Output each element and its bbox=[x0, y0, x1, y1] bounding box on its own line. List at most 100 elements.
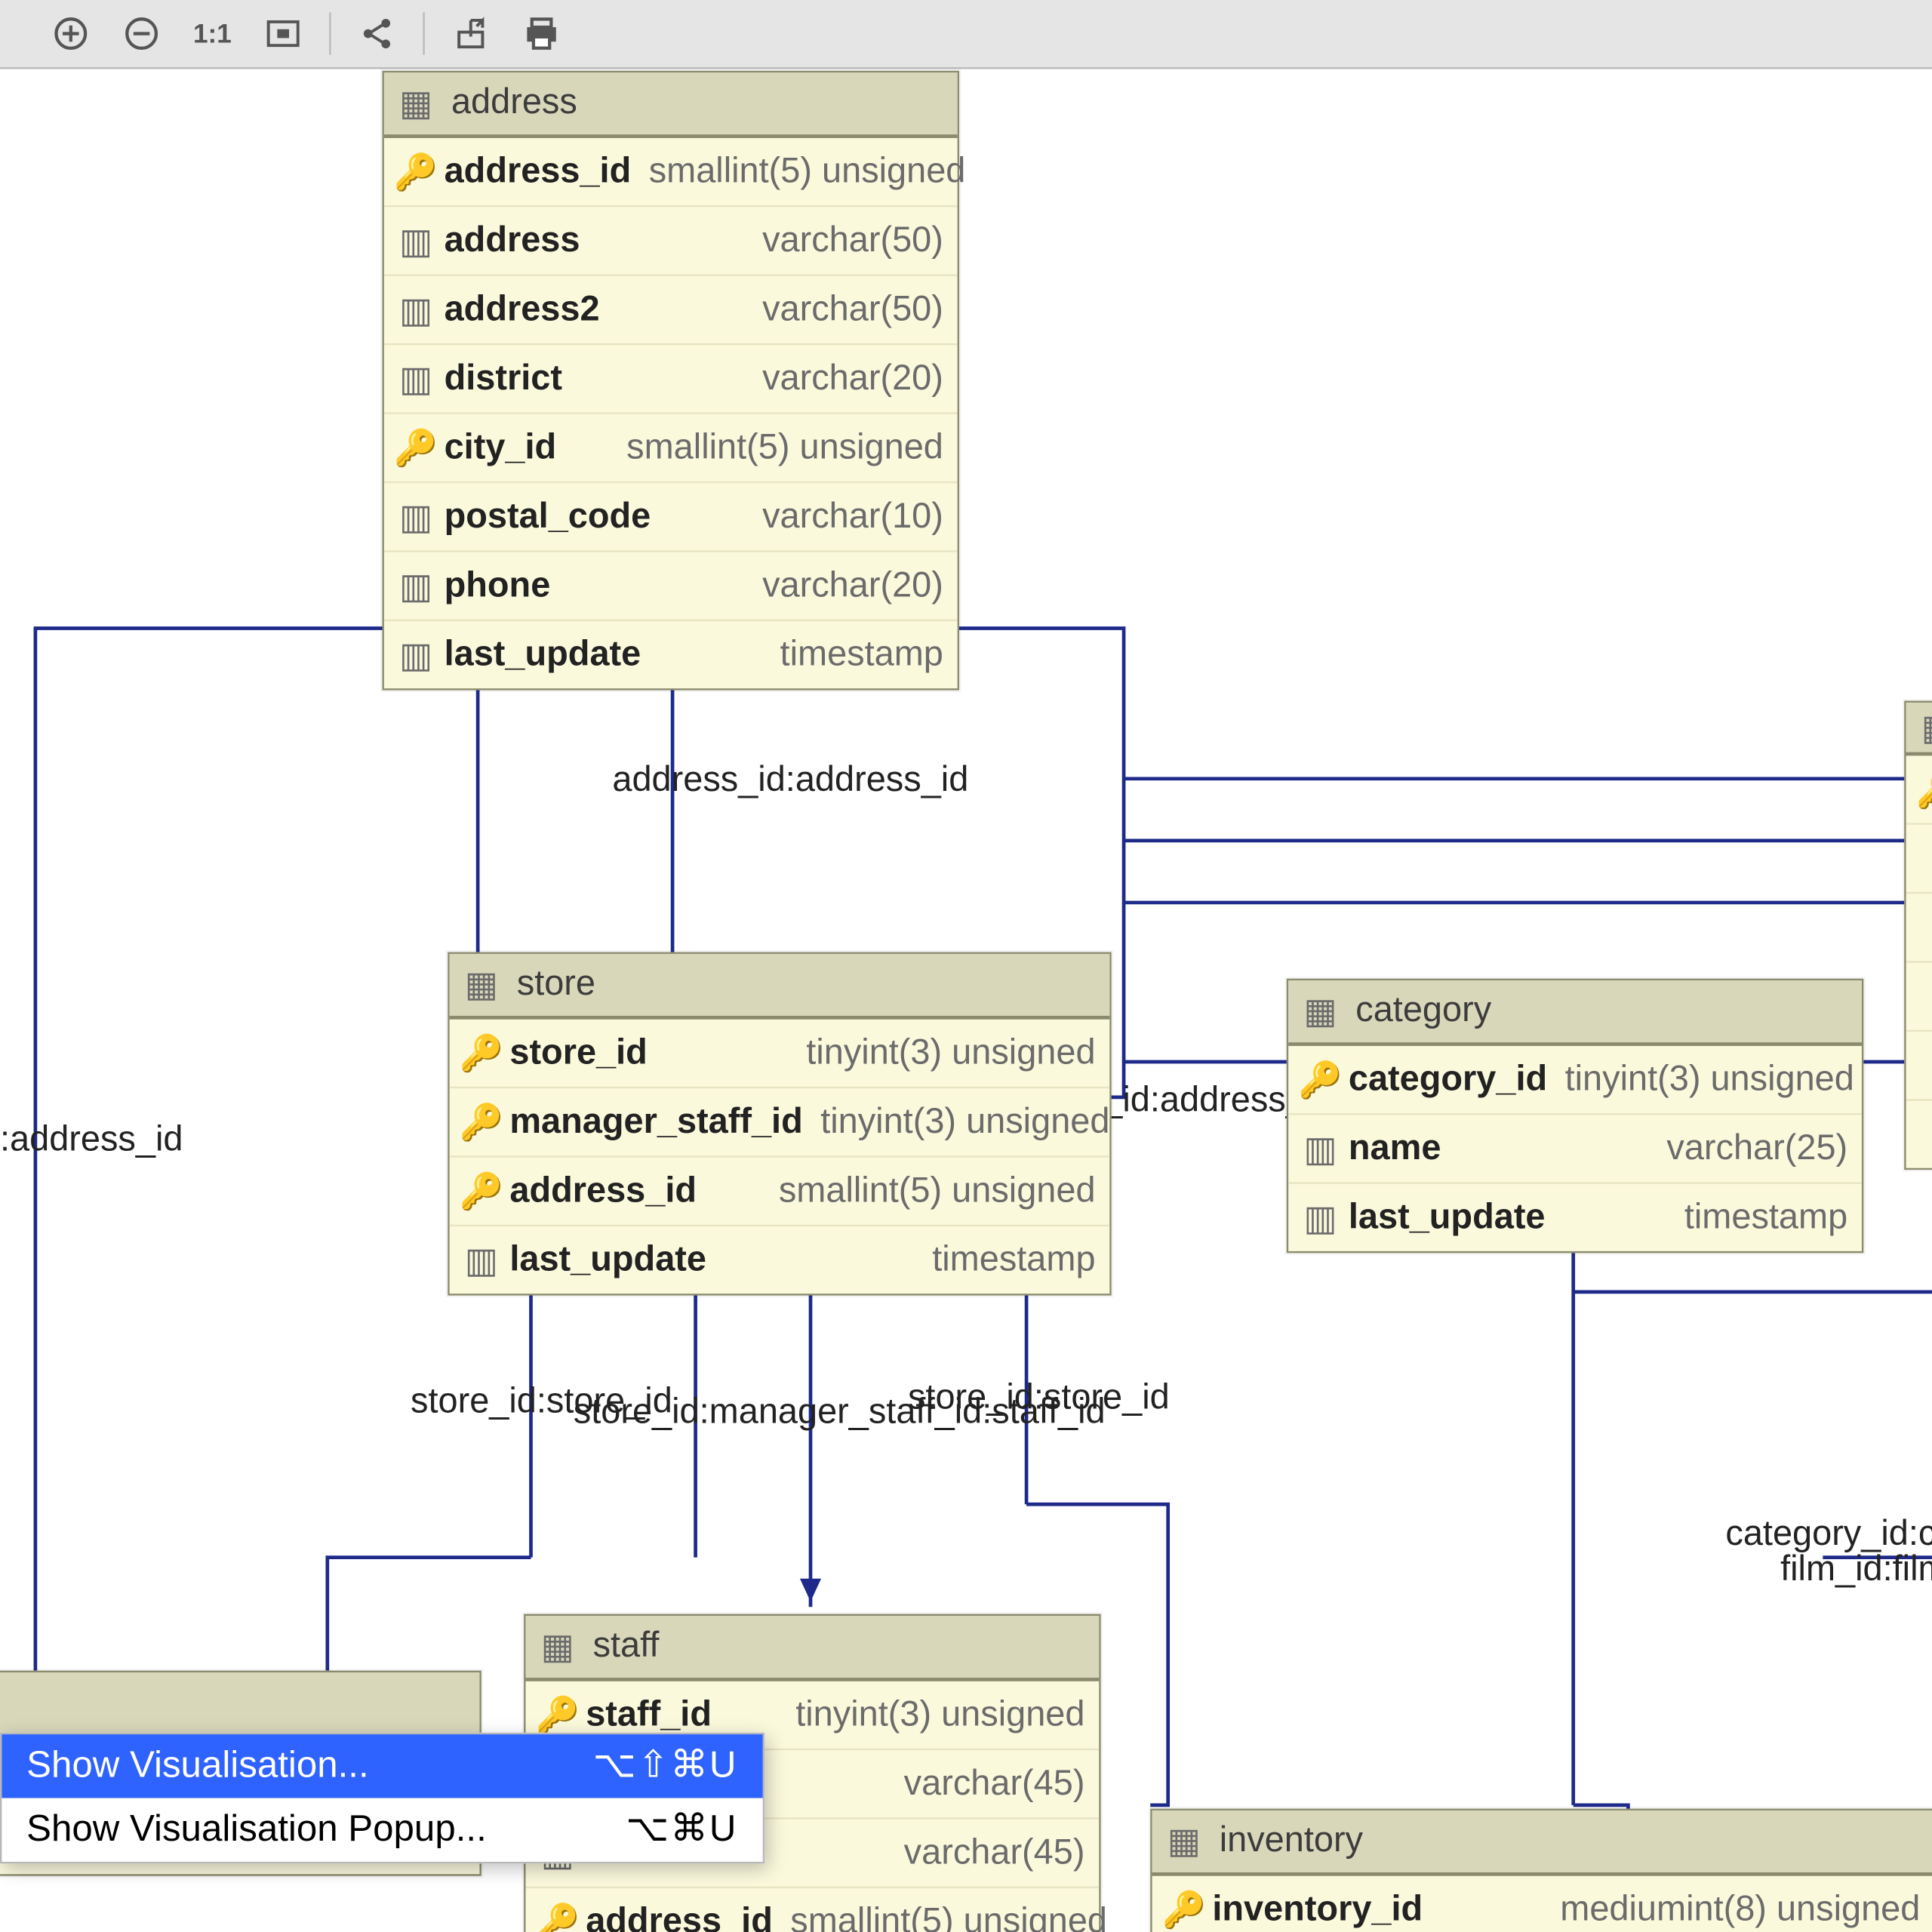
relationship-label: :address_id bbox=[0, 1120, 183, 1161]
column-row[interactable]: 🔑 manager_staff_idtinyint(3) unsigned bbox=[450, 1088, 1110, 1157]
column-name: address_id bbox=[586, 1902, 773, 1932]
export-icon[interactable] bbox=[435, 0, 506, 67]
column-row[interactable]: 🔑address_idsmallint(5) unsigned bbox=[525, 1888, 1099, 1932]
column-type: varchar(10) bbox=[745, 497, 943, 537]
toolbar: 1:1 bbox=[0, 0, 1932, 69]
column-type: tinyint(3) unsigned bbox=[1547, 1059, 1854, 1100]
column-type: tinyint(3) unsigned bbox=[778, 1694, 1085, 1735]
share-icon[interactable] bbox=[342, 0, 413, 67]
column-row[interactable]: ▥ last_update timestamp bbox=[1288, 1184, 1862, 1251]
relationship-label: store_id:store_id bbox=[908, 1379, 1170, 1420]
table-title: inventory bbox=[1220, 1821, 1363, 1862]
column-icon: ▥ bbox=[1303, 1204, 1338, 1232]
column-type: timestamp bbox=[1666, 1197, 1847, 1238]
context-menu[interactable]: Show Visualisation...⌥⇧⌘U Show Visualisa… bbox=[0, 1733, 764, 1864]
fit-screen-button[interactable] bbox=[248, 0, 318, 67]
primary-key-icon: 🔑 bbox=[540, 1701, 575, 1730]
primary-key-icon: 🔑 bbox=[398, 158, 434, 186]
column-row[interactable]: 🔑 store_id tinyint(3) unsigned bbox=[450, 1020, 1110, 1088]
table-category[interactable]: ▦ category 🔑category_idtinyint(3) unsigne… bbox=[1287, 979, 1863, 1253]
column-row[interactable]: ▥postal_codevarchar(10) bbox=[384, 483, 958, 552]
column-name: manager_staff_id bbox=[509, 1102, 802, 1143]
column-type: varchar(20) bbox=[745, 565, 943, 606]
column-name: address_id bbox=[445, 151, 632, 192]
column-type: smallint(5) unsigned bbox=[761, 1171, 1095, 1211]
foreign-key-icon: 🔑 bbox=[463, 1108, 499, 1137]
table-store[interactable]: ▦ store 🔑 store_id tinyint(3) unsigned 🔑 mana… bbox=[448, 952, 1111, 1296]
column-name: address bbox=[445, 220, 580, 261]
column-name: name bbox=[1349, 1128, 1441, 1169]
column-name: category_id bbox=[1349, 1059, 1547, 1100]
column-type: tinyint(3) unsigned bbox=[803, 1102, 1110, 1143]
table-partial-right[interactable]: ▦ 🔑 bbox=[1904, 701, 1932, 1170]
relationship-label: address_id:address_id bbox=[612, 761, 968, 801]
column-type: tinyint(3) unsigned bbox=[789, 1032, 1096, 1073]
column-icon: ▥ bbox=[463, 1246, 499, 1275]
table-address[interactable]: ▦ address 🔑 address_id smallint(5) unsigned… bbox=[383, 71, 959, 691]
menu-item-show-visualisation[interactable]: Show Visualisation...⌥⇧⌘U bbox=[2, 1734, 762, 1798]
column-name: address_id bbox=[509, 1171, 697, 1211]
table-icon: ▦ bbox=[1303, 997, 1338, 1026]
column-type: varchar(45) bbox=[886, 1764, 1084, 1804]
foreign-key-icon: 🔑 bbox=[463, 1177, 499, 1205]
primary-key-icon: 🔑 bbox=[463, 1039, 499, 1068]
table-title: category bbox=[1355, 991, 1491, 1032]
column-row[interactable]: 🔑category_idtinyint(3) unsigned bbox=[1288, 1046, 1862, 1115]
column-row[interactable]: 🔑 address_id smallint(5) unsigned bbox=[450, 1158, 1110, 1226]
column-type: varchar(25) bbox=[1649, 1128, 1847, 1169]
table-icon: ▦ bbox=[463, 971, 499, 999]
column-type: timestamp bbox=[762, 635, 943, 675]
column-name: address2 bbox=[445, 289, 600, 330]
column-name: phone bbox=[445, 565, 551, 606]
column-icon: ▥ bbox=[398, 365, 434, 393]
column-type: varchar(50) bbox=[745, 289, 943, 330]
relationship-label: film_id:film bbox=[1780, 1550, 1932, 1591]
column-row[interactable]: 🔑inventory_idmediumint(8) unsigned bbox=[1152, 1876, 1932, 1932]
column-row[interactable]: ▥last_updatetimestamp bbox=[450, 1226, 1110, 1294]
primary-key-icon: 🔑 bbox=[1166, 1895, 1201, 1924]
table-inventory[interactable]: ▦ inventory 🔑inventory_idmediumint(8) uns… bbox=[1150, 1809, 1932, 1932]
column-icon: ▥ bbox=[398, 226, 434, 255]
column-row[interactable]: ▥ phone varchar(20) bbox=[384, 552, 958, 621]
foreign-key-icon: 🔑 bbox=[540, 1908, 575, 1932]
column-row[interactable]: ▥ name varchar(25) bbox=[1288, 1115, 1862, 1183]
table-columns: 🔑 address_id smallint(5) unsigned ▥ address v… bbox=[384, 138, 958, 688]
column-icon: ▥ bbox=[1303, 1134, 1338, 1163]
print-icon[interactable] bbox=[506, 0, 577, 67]
foreign-key-icon: 🔑 bbox=[398, 434, 434, 463]
column-type: smallint(5) unsigned bbox=[773, 1902, 1107, 1932]
zoom-out-button[interactable] bbox=[106, 0, 177, 67]
table-icon: ▦ bbox=[1920, 713, 1932, 742]
column-name: district bbox=[445, 358, 562, 399]
toolbar-separator bbox=[423, 12, 424, 54]
column-type: smallint(5) unsigned bbox=[609, 427, 943, 468]
column-icon: ▥ bbox=[398, 296, 434, 325]
column-name: staff_id bbox=[586, 1694, 712, 1735]
column-name: last_update bbox=[445, 635, 641, 675]
table-icon: ▦ bbox=[1166, 1827, 1201, 1856]
column-type: varchar(20) bbox=[745, 358, 943, 399]
table-title: store bbox=[517, 964, 595, 1005]
column-icon: ▥ bbox=[398, 503, 434, 531]
column-type: varchar(50) bbox=[745, 220, 943, 261]
table-icon: ▦ bbox=[398, 89, 434, 118]
column-row[interactable]: 🔑address_idsmallint(5) unsigned bbox=[384, 138, 958, 207]
column-row[interactable]: ▥ address varchar(50) bbox=[384, 207, 958, 275]
column-type: varchar(45) bbox=[886, 1832, 1084, 1873]
key-icon: 🔑 bbox=[1920, 775, 1932, 804]
zoom-in-button[interactable] bbox=[35, 0, 106, 67]
zoom-1to1-button[interactable]: 1:1 bbox=[177, 0, 248, 67]
column-type: smallint(5) unsigned bbox=[631, 151, 965, 192]
column-row[interactable]: ▥ address2 varchar(50) bbox=[384, 276, 958, 345]
column-name: store_id bbox=[509, 1032, 647, 1073]
menu-item-show-visualisation-popup[interactable]: Show Visualisation Popup...⌥⌘U bbox=[2, 1798, 762, 1862]
column-name: last_update bbox=[1349, 1197, 1546, 1238]
column-row[interactable]: ▥ last_update timestamp bbox=[384, 621, 958, 688]
column-row[interactable]: 🔑 city_id smallint(5) unsigned bbox=[384, 414, 958, 483]
column-icon: ▥ bbox=[398, 571, 434, 600]
column-row[interactable]: ▥ district varchar(20) bbox=[384, 345, 958, 414]
column-icon: ▥ bbox=[398, 641, 434, 669]
column-name: last_update bbox=[509, 1240, 706, 1281]
column-name: city_id bbox=[445, 427, 557, 468]
table-icon: ▦ bbox=[540, 1632, 575, 1661]
